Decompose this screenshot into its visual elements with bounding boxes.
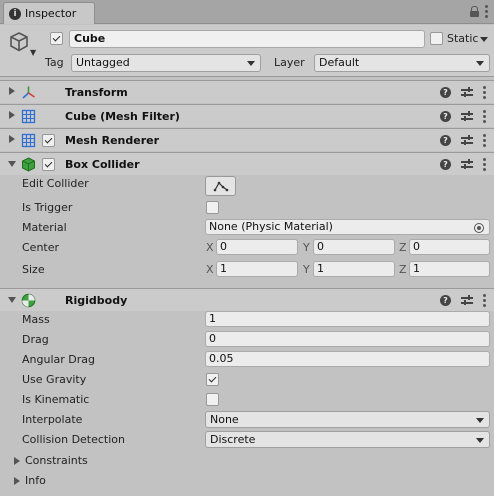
edit-collider-label: Edit Collider: [22, 177, 89, 190]
gameobject-header: ▼ Cube Static Tag Untagged Layer Default: [0, 25, 494, 77]
inspector-tab[interactable]: i Inspector: [3, 2, 95, 24]
kebab-menu-icon[interactable]: [483, 158, 486, 171]
drag-label: Drag: [22, 333, 49, 346]
help-icon[interactable]: ?: [440, 87, 451, 98]
preset-sliders-icon[interactable]: [461, 159, 473, 170]
center-z-field[interactable]: 0: [409, 239, 490, 255]
inspector-tab-label: Inspector: [25, 7, 77, 20]
collision-detection-label: Collision Detection: [22, 433, 126, 446]
center-x-field[interactable]: 0: [216, 239, 298, 255]
tag-label: Tag: [45, 56, 64, 69]
collision-detection-dropdown[interactable]: Discrete: [205, 431, 490, 448]
info-foldout[interactable]: Info: [14, 474, 46, 487]
drag-field[interactable]: 0: [205, 331, 490, 347]
green-cube-icon: [22, 157, 35, 172]
size-y-field[interactable]: 1: [313, 261, 395, 277]
center-y-label: Y: [303, 241, 310, 254]
center-y-field[interactable]: 0: [313, 239, 395, 255]
material-object-field[interactable]: None (Physic Material): [205, 219, 490, 235]
mass-field[interactable]: 1: [205, 311, 490, 327]
box-collider-enabled-checkbox[interactable]: [42, 158, 55, 171]
kebab-menu-icon[interactable]: [483, 294, 486, 307]
static-checkbox[interactable]: [430, 32, 443, 45]
mesh-renderer-header[interactable]: Mesh Renderer ?: [0, 128, 494, 151]
preset-sliders-icon[interactable]: [461, 135, 473, 146]
is-kinematic-checkbox[interactable]: [206, 393, 219, 406]
is-kinematic-label: Is Kinematic: [22, 393, 90, 406]
use-gravity-label: Use Gravity: [22, 373, 87, 386]
size-x-label: X: [206, 263, 214, 276]
rigidbody-body: Mass 1 Drag 0 Angular Drag 0.05 Use Grav…: [0, 311, 494, 496]
kebab-menu-icon[interactable]: [483, 86, 486, 99]
transform-header[interactable]: Transform ?: [0, 80, 494, 103]
transform-foldout-arrow[interactable]: [9, 87, 15, 95]
angular-drag-label: Angular Drag: [22, 353, 95, 366]
size-label: Size: [22, 263, 45, 276]
kebab-menu-icon[interactable]: [485, 5, 488, 18]
mesh-filter-foldout-arrow[interactable]: [9, 111, 15, 119]
icon-dropdown-arrow[interactable]: ▼: [30, 48, 36, 57]
preset-sliders-icon[interactable]: [461, 111, 473, 122]
edit-collider-icon: [213, 181, 228, 192]
center-x-label: X: [206, 241, 214, 254]
rigidbody-foldout-arrow[interactable]: [8, 297, 16, 303]
constraints-foldout[interactable]: Constraints: [14, 454, 88, 467]
mesh-filter-header[interactable]: Cube (Mesh Filter) ?: [0, 104, 494, 127]
help-icon[interactable]: ?: [440, 111, 451, 122]
gameobject-name-field[interactable]: Cube: [69, 30, 425, 48]
edit-collider-button[interactable]: [205, 176, 236, 196]
mesh-renderer-foldout-arrow[interactable]: [9, 135, 15, 143]
help-icon[interactable]: ?: [440, 159, 451, 170]
size-z-field[interactable]: 1: [409, 261, 490, 277]
preset-sliders-icon[interactable]: [461, 295, 473, 306]
cube-outline-icon: [10, 32, 28, 52]
mesh-renderer-title: Mesh Renderer: [65, 134, 160, 147]
mesh-filter-title: Cube (Mesh Filter): [65, 110, 180, 123]
layer-label: Layer: [274, 56, 305, 69]
use-gravity-checkbox[interactable]: [206, 373, 219, 386]
interpolate-label: Interpolate: [22, 413, 83, 426]
center-label: Center: [22, 241, 60, 254]
size-y-label: Y: [303, 263, 310, 276]
size-z-label: Z: [399, 263, 407, 276]
rigidbody-sphere-icon: [21, 293, 36, 308]
help-icon[interactable]: ?: [440, 295, 451, 306]
static-dropdown-arrow[interactable]: [480, 37, 488, 42]
gameobject-active-checkbox[interactable]: [50, 32, 63, 45]
object-picker-icon[interactable]: [474, 223, 484, 233]
lock-icon[interactable]: [470, 6, 479, 17]
info-icon: i: [9, 7, 21, 20]
material-label: Material: [22, 221, 67, 234]
grid-icon: [21, 133, 36, 148]
kebab-menu-icon[interactable]: [483, 110, 486, 123]
material-value: None (Physic Material): [209, 220, 333, 233]
center-z-label: Z: [399, 241, 407, 254]
box-collider-body: Edit Collider Is Trigger Material None (…: [0, 175, 494, 285]
tab-tools: [470, 5, 488, 18]
help-icon[interactable]: ?: [440, 135, 451, 146]
transform-title: Transform: [65, 86, 128, 99]
kebab-menu-icon[interactable]: [483, 134, 486, 147]
interpolate-dropdown[interactable]: None: [205, 411, 490, 428]
angular-drag-field[interactable]: 0.05: [205, 351, 490, 367]
box-collider-title: Box Collider: [65, 158, 140, 171]
transform-axes-icon: [22, 86, 35, 99]
preset-sliders-icon[interactable]: [461, 87, 473, 98]
rigidbody-header[interactable]: Rigidbody ?: [0, 288, 494, 311]
is-trigger-label: Is Trigger: [22, 201, 73, 214]
mass-label: Mass: [22, 313, 50, 326]
static-label: Static: [447, 32, 479, 45]
layer-dropdown[interactable]: Default: [314, 54, 490, 72]
mesh-renderer-enabled-checkbox[interactable]: [42, 134, 55, 147]
tag-dropdown[interactable]: Untagged: [71, 54, 261, 72]
size-x-field[interactable]: 1: [216, 261, 298, 277]
rigidbody-title: Rigidbody: [65, 294, 128, 307]
inspector-tab-bar: i Inspector: [0, 0, 494, 24]
is-trigger-checkbox[interactable]: [206, 201, 219, 214]
box-collider-header[interactable]: Box Collider ?: [0, 152, 494, 175]
box-collider-foldout-arrow[interactable]: [8, 161, 16, 167]
grid-icon: [21, 109, 36, 124]
